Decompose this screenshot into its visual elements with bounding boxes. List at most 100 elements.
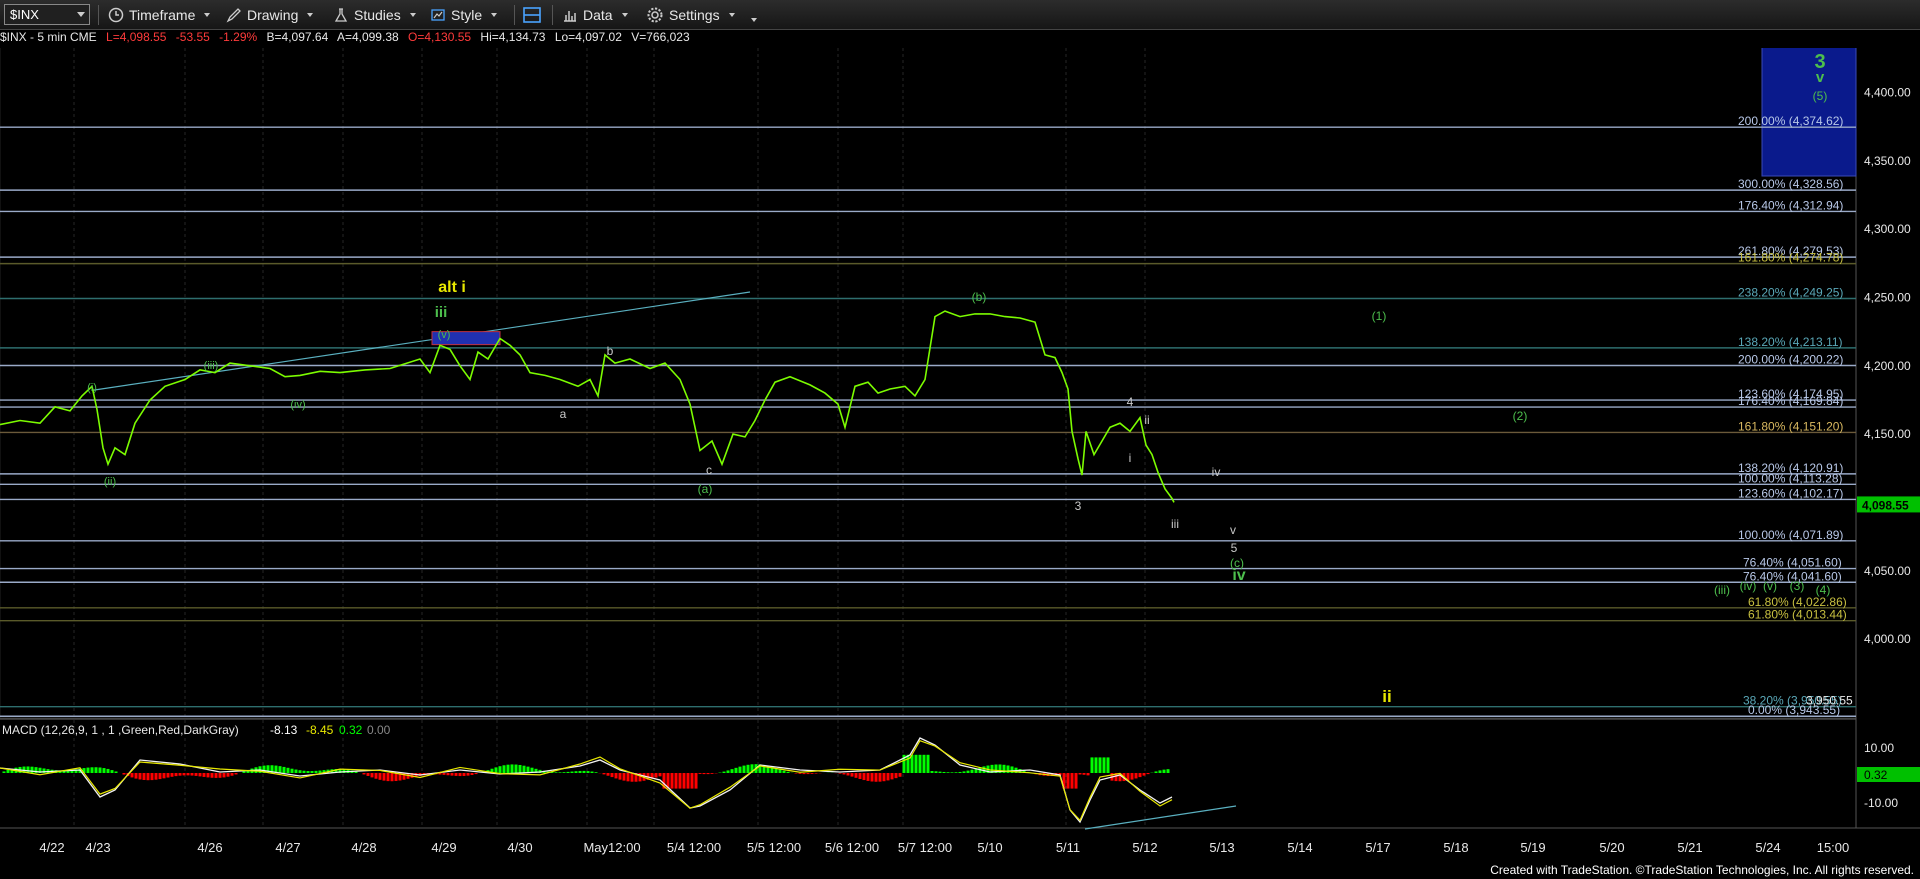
wave-label: (b) <box>972 290 987 304</box>
wave-label: ii <box>1144 413 1149 427</box>
net-change: -53.55 <box>175 30 210 44</box>
macd-divergence-line <box>1084 805 1237 830</box>
wave-label: (iv) <box>290 399 305 411</box>
pct-change: -1.29% <box>219 30 258 44</box>
last-price-label: 4,098.55 <box>1862 498 1909 512</box>
y-tick-label: 4,050.00 <box>1864 564 1911 578</box>
wave-label: iii <box>435 304 448 321</box>
wave-label: i <box>1129 451 1132 465</box>
symbol-text: $INX <box>10 7 39 22</box>
x-tick-label: 5/18 <box>1443 840 1468 855</box>
x-tick-label: 4/27 <box>275 840 300 855</box>
drawing-button[interactable]: Drawing <box>226 4 314 25</box>
wave-label: 5 <box>1231 541 1238 555</box>
y-tick-label: 4,000.00 <box>1864 632 1911 646</box>
price-chart[interactable]: 4/22 4/23 4/26 4/27 4/28 4/29 4/30 May12:00 5/4 … <box>0 48 1920 858</box>
data-label: Data <box>583 6 613 23</box>
wave-label: (iii) <box>204 360 219 372</box>
wave-label: ii <box>1382 687 1391 706</box>
y-tick-label: 4,200.00 <box>1864 359 1911 373</box>
layout-icon <box>523 6 541 23</box>
x-tick-label: 5/20 <box>1599 840 1624 855</box>
macd-value: -8.13 <box>270 723 298 737</box>
studies-label: Studies <box>354 6 401 23</box>
x-tick-label: 4/30 <box>507 840 532 855</box>
x-tick-label: 4/29 <box>431 840 456 855</box>
wave-label: v <box>1816 69 1825 86</box>
x-tick-label: 4/23 <box>85 840 110 855</box>
symbol-info: $INX - 5 min CME <box>0 30 97 44</box>
fib-label: 76.40% (4,051.60) <box>1743 556 1842 570</box>
x-tick-label: 4/26 <box>197 840 222 855</box>
wave-label: iv <box>1232 567 1245 584</box>
x-tick-label: 5/10 <box>977 840 1002 855</box>
wave-label: 4 <box>1127 395 1134 409</box>
wave-label: iii <box>1171 517 1179 531</box>
wave-label: (v) <box>1763 579 1777 593</box>
toolbar-separator <box>514 5 515 25</box>
x-tick-label: May12:00 <box>583 840 640 855</box>
x-tick-label: 5/4 12:00 <box>667 840 721 855</box>
toolbar: $INX Timeframe Drawing Studies Style Dat… <box>0 0 1920 30</box>
chevron-down-icon <box>77 12 85 17</box>
settings-label: Settings <box>669 6 720 23</box>
macd-label: MACD (12,26,9, 1 , 1 ,Green,Red,DarkGray… <box>2 723 239 737</box>
macd-line <box>0 737 1173 824</box>
timeframe-label: Timeframe <box>129 6 196 23</box>
fib-label: 123.60% (4,102.17) <box>1738 486 1843 500</box>
wave-label: (3) <box>1790 579 1805 593</box>
volume: V=766,023 <box>631 30 690 44</box>
clock-icon <box>108 7 124 22</box>
level-box-label: 3,950.55 <box>1806 694 1853 708</box>
timeframe-button[interactable]: Timeframe <box>108 4 211 25</box>
y-tick-label: 4,400.00 <box>1864 86 1911 100</box>
wave-label: c <box>706 463 712 477</box>
last-price: L=4,098.55 <box>106 30 167 44</box>
wave-label: iv <box>1212 465 1221 479</box>
wave-label: (a) <box>698 482 713 496</box>
macd-zero-value: 0.00 <box>367 723 391 737</box>
bid-price: B=4,097.64 <box>266 30 329 44</box>
x-tick-label: 5/12 <box>1132 840 1157 855</box>
macd-hist-value: 0.32 <box>339 723 363 737</box>
studies-button[interactable]: Studies <box>333 4 416 25</box>
fib-label: 176.40% (4,312.94) <box>1738 198 1843 212</box>
fib-label: 100.00% (4,113.28) <box>1738 471 1843 485</box>
fib-label: 300.00% (4,328.56) <box>1738 177 1843 191</box>
macd-last-label: 0.32 <box>1864 768 1888 782</box>
wave-label: (ii) <box>104 476 116 488</box>
data-button[interactable]: Data <box>562 4 628 25</box>
x-tick-label: 15:00 <box>1817 840 1850 855</box>
open-price: O=4,130.55 <box>408 30 472 44</box>
settings-button[interactable]: Settings <box>646 4 735 25</box>
wave-label: a <box>560 407 567 421</box>
footer-credit: Created with TradeStation. ©TradeStation… <box>1490 863 1914 877</box>
y-tick-label: 4,250.00 <box>1864 290 1911 304</box>
wave-label: b <box>607 344 614 358</box>
target-box <box>1761 48 1857 177</box>
toolbar-more-button[interactable] <box>742 4 757 25</box>
fib-label: 100.00% (4,071.89) <box>1738 528 1843 542</box>
y-tick-label: 4,350.00 <box>1864 154 1911 168</box>
price-panel-frame <box>0 48 1857 719</box>
x-tick-label: 5/6 12:00 <box>825 840 879 855</box>
x-tick-label: 5/7 12:00 <box>898 840 952 855</box>
layout-button[interactable] <box>522 4 547 25</box>
symbol-selector[interactable]: $INX <box>4 4 90 25</box>
fib-label: 200.00% (4,374.62) <box>1738 114 1843 128</box>
flask-icon <box>334 7 348 22</box>
style-icon <box>431 8 445 21</box>
x-tick-label: 5/13 <box>1209 840 1234 855</box>
macd-signal-line <box>0 739 1173 822</box>
fib-label: 200.00% (4,200.22) <box>1738 352 1843 366</box>
toolbar-separator <box>98 5 99 25</box>
fib-label: 138.20% (4,213.11) <box>1738 335 1843 349</box>
y-tick-label: 4,150.00 <box>1864 427 1911 441</box>
style-button[interactable]: Style <box>430 4 498 25</box>
x-tick-label: 5/14 <box>1287 840 1312 855</box>
wave-label: 3 <box>1075 499 1082 513</box>
x-tick-label: 5/17 <box>1365 840 1390 855</box>
fib-label: 238.20% (4,249.25) <box>1738 285 1843 299</box>
fib-label: 61.80% (4,013.44) <box>1748 608 1847 622</box>
wave-label: (1) <box>1372 309 1387 323</box>
